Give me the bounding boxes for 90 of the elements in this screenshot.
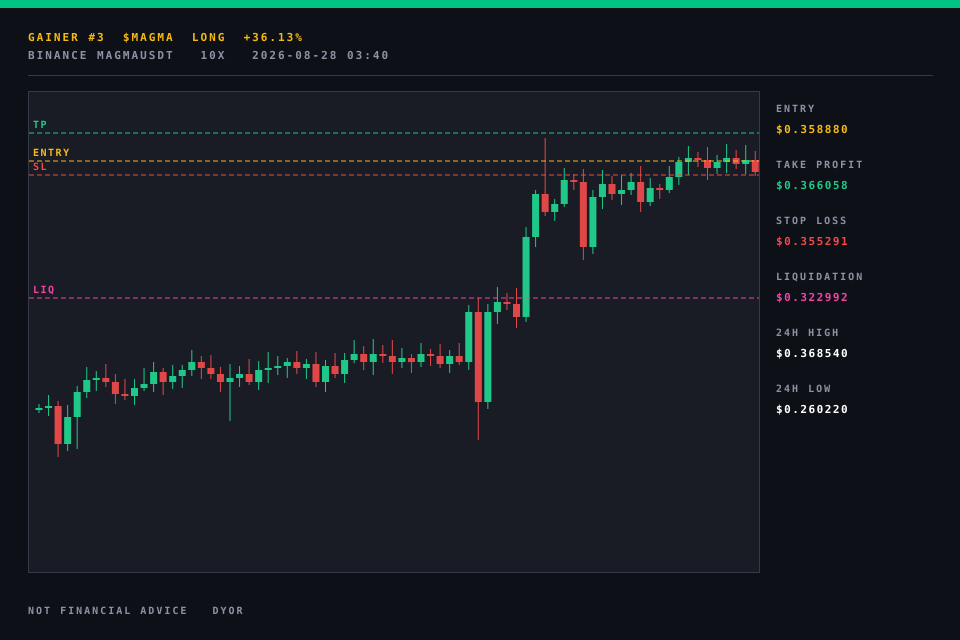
stat-value: $0.358880 xyxy=(776,123,850,137)
candle xyxy=(551,198,558,222)
candle xyxy=(131,378,138,406)
signal-details: BINANCE MAGMAUSDT 10X 2026-08-28 03:40 xyxy=(28,49,392,63)
candle xyxy=(302,358,310,380)
candle xyxy=(570,174,578,190)
level-label: SL xyxy=(33,162,48,173)
stat-label: STOP LOSS xyxy=(776,215,850,229)
candle xyxy=(446,350,454,374)
candle xyxy=(513,288,520,328)
candle xyxy=(398,348,406,368)
candle xyxy=(188,350,196,376)
level-label: ENTRY xyxy=(33,148,71,159)
candle xyxy=(694,152,702,168)
candle xyxy=(560,168,568,208)
candle xyxy=(284,358,291,378)
stat-label: ENTRY xyxy=(776,103,818,117)
candle xyxy=(207,354,214,380)
candle xyxy=(341,352,348,384)
candle xyxy=(121,378,128,400)
candle xyxy=(370,338,377,376)
candle xyxy=(264,352,272,384)
candle xyxy=(160,368,167,396)
candle xyxy=(456,342,463,366)
candle xyxy=(74,386,81,450)
candle xyxy=(360,346,368,370)
candle xyxy=(427,348,434,366)
candle xyxy=(169,364,176,390)
candle xyxy=(598,170,606,210)
candle xyxy=(684,146,692,176)
candle xyxy=(589,190,596,254)
candle xyxy=(388,340,396,374)
candle xyxy=(752,150,759,176)
candle xyxy=(274,356,282,376)
stat-label: LIQUIDATION xyxy=(776,271,864,285)
stat-value: $0.366058 xyxy=(776,179,850,193)
candle xyxy=(150,362,158,392)
candle xyxy=(742,144,750,174)
stat-value: $0.260220 xyxy=(776,403,850,417)
candle xyxy=(494,286,501,324)
candle xyxy=(102,364,110,388)
stat-value: $0.322992 xyxy=(776,291,850,305)
candle xyxy=(332,352,339,378)
candle xyxy=(36,404,42,414)
candle xyxy=(92,370,100,392)
candle xyxy=(112,374,119,404)
candle xyxy=(714,154,721,174)
candle xyxy=(732,150,740,170)
disclaimer: NOT FINANCIAL ADVICE DYOR xyxy=(28,606,246,617)
candle xyxy=(216,366,224,392)
candle xyxy=(608,176,616,200)
stat-label: 24H HIGH xyxy=(776,327,842,341)
candle xyxy=(322,360,329,392)
candle xyxy=(312,352,320,388)
candle xyxy=(418,342,424,368)
candle xyxy=(675,156,682,186)
candle xyxy=(45,394,52,416)
candle xyxy=(255,360,262,390)
stat-label: TAKE PROFIT xyxy=(776,159,864,173)
stat-label: 24H LOW xyxy=(776,383,834,397)
stat-value: $0.355291 xyxy=(776,235,850,249)
candle xyxy=(704,146,711,180)
candle xyxy=(54,400,62,458)
candle xyxy=(666,166,673,194)
candle xyxy=(236,366,244,388)
level-label: TP xyxy=(33,120,48,131)
candle xyxy=(83,366,90,398)
candle xyxy=(408,354,415,374)
candle xyxy=(628,172,635,196)
candle xyxy=(532,190,540,248)
candle xyxy=(723,144,730,174)
candle xyxy=(64,404,72,452)
candle xyxy=(226,364,234,422)
candle xyxy=(618,174,626,206)
stat-value: $0.368540 xyxy=(776,347,850,361)
candle xyxy=(293,350,300,374)
candle xyxy=(246,358,253,386)
signal-title: GAINER #3 $MAGMA LONG +36.13% xyxy=(28,31,305,45)
candle xyxy=(637,166,644,212)
candle xyxy=(198,356,205,380)
candle xyxy=(140,368,148,392)
level-label: LIQ xyxy=(33,285,56,296)
candle xyxy=(656,184,664,200)
candle xyxy=(350,340,358,364)
candle xyxy=(436,344,444,368)
candle xyxy=(503,292,510,310)
candle xyxy=(465,304,472,370)
candle xyxy=(646,178,654,206)
candle xyxy=(178,364,186,388)
candle xyxy=(379,344,386,364)
